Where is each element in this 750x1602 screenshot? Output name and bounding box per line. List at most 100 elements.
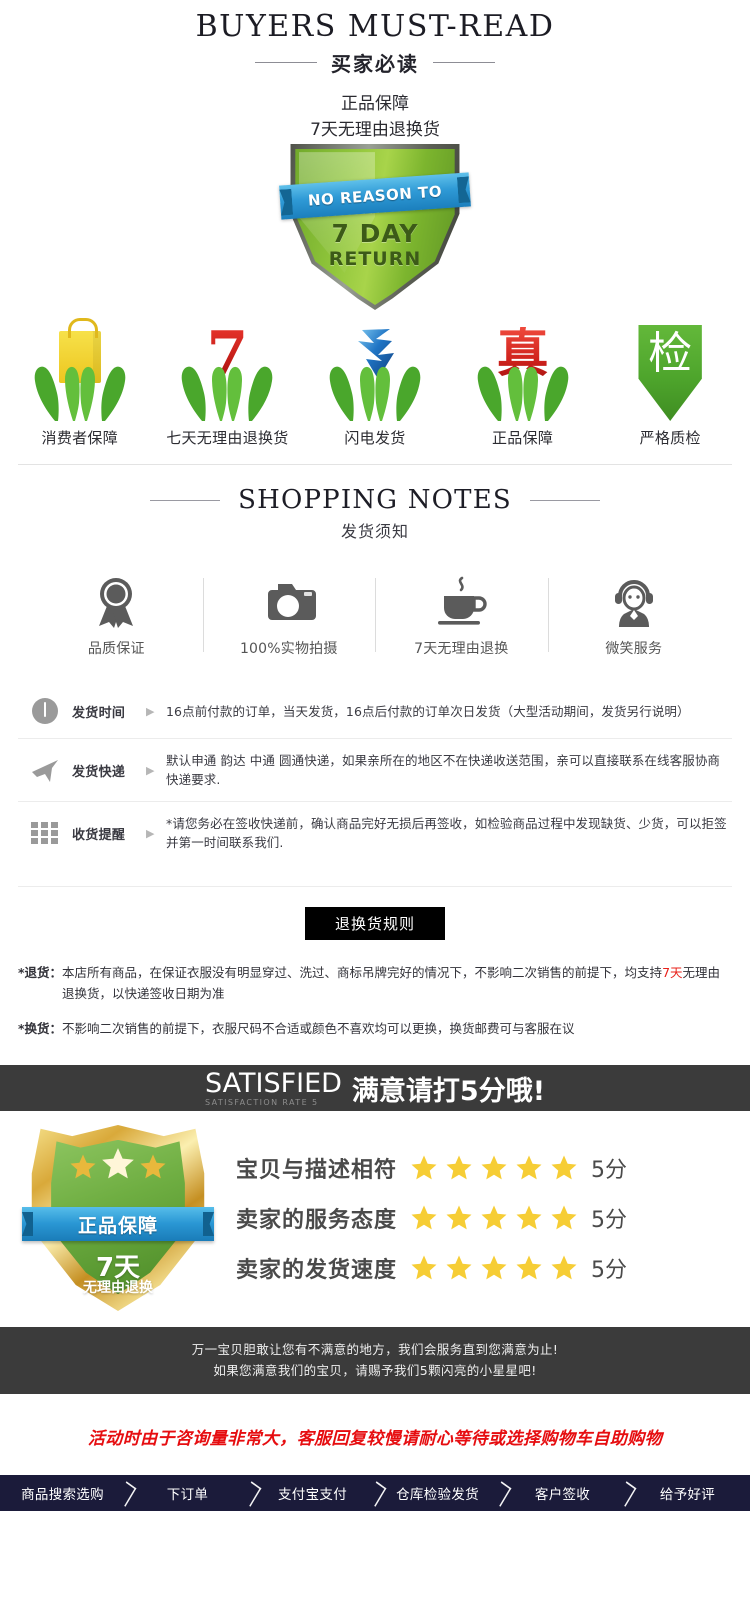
return-rule-item: *换货： 不影响二次销售的前提下，衣服尺码不合适或颜色不喜欢均可以更换，换货邮费… <box>18 1018 732 1039</box>
guarantee-label: 闪电发货 <box>344 429 406 447</box>
return-rules-badge: 退换货规则 <box>304 907 445 940</box>
rules-divider <box>18 886 732 887</box>
guarantee-item-fast-shipping: 闪电发货 <box>301 323 449 448</box>
sn-rule-right <box>529 499 600 501</box>
coffee-cup-icon <box>432 574 490 630</box>
info-key: 收货提醒 <box>72 827 126 843</box>
info-key: 发货快递 <box>72 764 126 780</box>
title-rule-right <box>433 62 495 63</box>
process-step-payment: 支付宝支付 <box>250 1475 375 1511</box>
guarantee-icon-row: 消费者保障 7 七天无理由退换货 闪电发货 真 正品保障 检 严格质检 <box>0 318 750 458</box>
rating-score: 5分 <box>591 1158 628 1183</box>
inspection-shield-icon: 检 <box>615 323 725 423</box>
airplane-icon <box>18 756 72 784</box>
camera-icon <box>260 574 318 630</box>
rating-stars <box>409 1253 579 1283</box>
guarantee-item-authentic: 真 正品保障 <box>449 323 597 448</box>
info-value: 16点前付款的订单，当天发货，16点后付款的订单次日发货（大型活动期间，发货另行… <box>166 703 690 719</box>
authentic-guarantee-shield: 正品保障 7天 无理由退换 <box>22 1125 214 1311</box>
shield-ribbon-label: NO REASON TO <box>307 182 443 210</box>
process-step-receipt: 客户签收 <box>500 1475 625 1511</box>
headset-agent-icon <box>610 574 658 630</box>
shopping-notes-header: SHOPPING NOTES 发货须知 <box>0 465 750 542</box>
satisfaction-note-line2: 如果您满意我们的宝贝，请赐予我们5颗闪亮的小星星吧! <box>213 1363 537 1378</box>
grid-icon <box>18 819 72 847</box>
medal-icon <box>93 574 139 630</box>
satisfaction-note: 万一宝贝胆敢让您有不满意的地方，我们会服务直到您满意为止! 如果您满意我们的宝贝… <box>0 1327 750 1394</box>
guarantee-label: 七天无理由退换货 <box>166 429 289 447</box>
hands-holding-seven-icon: 7 <box>172 323 282 423</box>
hands-icon <box>329 366 421 421</box>
return-rule-item: *退货： 本店所有商品，在保证衣服没有明显穿过、洗过、商标吊牌完好的情况下，不影… <box>18 962 732 1004</box>
guarantee-item-seven-day-return: 7 七天无理由退换货 <box>154 323 302 448</box>
rating-stars <box>409 1203 579 1233</box>
rating-row-shipping-speed: 卖家的发货速度 5分 <box>236 1252 720 1284</box>
shopping-notes-title-en: SHOPPING NOTES <box>238 485 512 515</box>
service-item-smile-service: 微笑服务 <box>547 574 721 658</box>
page-title-cn: 买家必读 <box>331 52 419 76</box>
service-icon-row: 品质保证 100%实物拍摄 7天无理由退换 微笑服务 <box>0 574 750 658</box>
chevron-right-icon: ▶ <box>146 704 155 718</box>
satisfied-title-en: SATISFIED <box>204 1067 342 1099</box>
shield-line2: RETURN <box>328 248 422 270</box>
info-row-courier: 发货快递 ▶ 默认申通 韵达 中通 圆通快递，如果亲所在的地区不在快递收送范围，… <box>18 738 732 801</box>
info-row-receiving-reminder: 收货提醒 ▶ *请您务必在签收快递前，确认商品完好无损后再签收，如检验商品过程中… <box>18 801 732 864</box>
header-subtitle-line1: 正品保障 <box>341 94 409 114</box>
rule-text: 本店所有商品，在保证衣服没有明显穿过、洗过、商标吊牌完好的情况下，不影响二次销售… <box>62 962 732 1004</box>
gold-shield-stars <box>30 1148 206 1183</box>
hands-holding-zhen-icon: 真 <box>468 323 578 423</box>
satisfied-banner: SATISFIED SATISFACTION RATE 5 满意请打5分哦! <box>0 1065 750 1111</box>
gold-shield-ribbon: 正品保障 <box>22 1207 214 1241</box>
jian-glyph: 检 <box>648 328 693 379</box>
rule-highlight: 7天 <box>662 965 683 980</box>
service-label: 微笑服务 <box>605 641 663 657</box>
info-value: 默认申通 韵达 中通 圆通快递，如果亲所在的地区不在快递收送范围，亲可以直接联系… <box>166 753 721 787</box>
rating-score: 5分 <box>591 1208 628 1233</box>
process-step-order: 下订单 <box>125 1475 250 1511</box>
clock-icon <box>18 697 72 725</box>
process-step-review: 给予好评 <box>625 1475 750 1511</box>
buyers-must-read-header: BUYERS MUST-READ 买家必读 正品保障 7天无理由退换货 <box>0 0 750 143</box>
process-step-shipping: 仓库检验发货 <box>375 1475 500 1511</box>
rating-score: 5分 <box>591 1258 628 1283</box>
chevron-right-icon: ▶ <box>146 826 155 840</box>
hands-icon <box>182 366 273 421</box>
satisfaction-note-line1: 万一宝贝胆敢让您有不满意的地方，我们会服务直到您满意为止! <box>191 1342 559 1357</box>
guarantee-item-strict-inspection: 检 严格质检 <box>596 323 744 448</box>
service-item-quality: 品质保证 <box>30 574 203 658</box>
info-row-shipping-time: 发货时间 ▶ 16点前付款的订单，当天发货，16点后付款的订单次日发货（大型活动… <box>18 684 732 738</box>
service-label: 7天无理由退换 <box>414 641 509 657</box>
green-shield: 检 <box>638 325 702 421</box>
rating-label: 宝贝与描述相符 <box>236 1158 398 1183</box>
gold-shield-sub: 无理由退换 <box>83 1280 153 1296</box>
return-rules-body: *退货： 本店所有商品，在保证衣服没有明显穿过、洗过、商标吊牌完好的情况下，不影… <box>0 962 750 1039</box>
gold-shield-cell: 正品保障 7天 无理由退换 <box>0 1125 236 1311</box>
page-title-en: BUYERS MUST-READ <box>195 9 555 44</box>
satisfied-en-block: SATISFIED SATISFACTION RATE 5 <box>205 1070 342 1107</box>
rating-stars <box>409 1153 579 1183</box>
satisfied-subtitle-en: SATISFACTION RATE 5 <box>204 1097 319 1107</box>
guarantee-item-consumer-protection: 消费者保障 <box>6 318 154 448</box>
service-item-real-photo: 100%实物拍摄 <box>202 574 376 658</box>
rule-tag: *退货： <box>18 965 63 980</box>
header-subtitle-line2: 7天无理由退换货 <box>310 120 440 140</box>
chevron-right-icon: ▶ <box>146 763 155 777</box>
info-value: *请您务必在签收快递前，确认商品完好无损后再签收，如检验商品过程中发现缺货、少货… <box>166 816 727 850</box>
service-label: 100%实物拍摄 <box>239 641 338 657</box>
service-item-seven-day-return: 7天无理由退换 <box>375 574 548 658</box>
hands-holding-bag-icon <box>25 318 135 423</box>
rating-row-description-match: 宝贝与描述相符 5分 <box>236 1152 720 1184</box>
sn-rule-left <box>150 499 221 501</box>
gold-shield-ribbon-label: 正品保障 <box>77 1214 158 1237</box>
page-title-cn-row: 买家必读 <box>0 48 750 77</box>
rating-label: 卖家的服务态度 <box>236 1208 398 1233</box>
hands-icon <box>477 366 568 421</box>
rating-label: 卖家的发货速度 <box>236 1258 398 1283</box>
product-detail-infographic: BUYERS MUST-READ 买家必读 正品保障 7天无理由退换货 7 DA… <box>0 0 750 1602</box>
purchase-process-bar: 商品搜索选购 下订单 支付宝支付 仓库检验发货 客户签收 给予好评 <box>0 1475 750 1511</box>
hands-holding-bolt-icon <box>320 323 430 423</box>
satisfied-title-cn: 满意请打5分哦! <box>351 1075 546 1107</box>
return-rules-badge-wrap: 退换货规则 <box>0 907 750 940</box>
shield-line1: 7 DAY <box>331 219 419 248</box>
shopping-notes-title-cn: 发货须知 <box>340 522 409 541</box>
